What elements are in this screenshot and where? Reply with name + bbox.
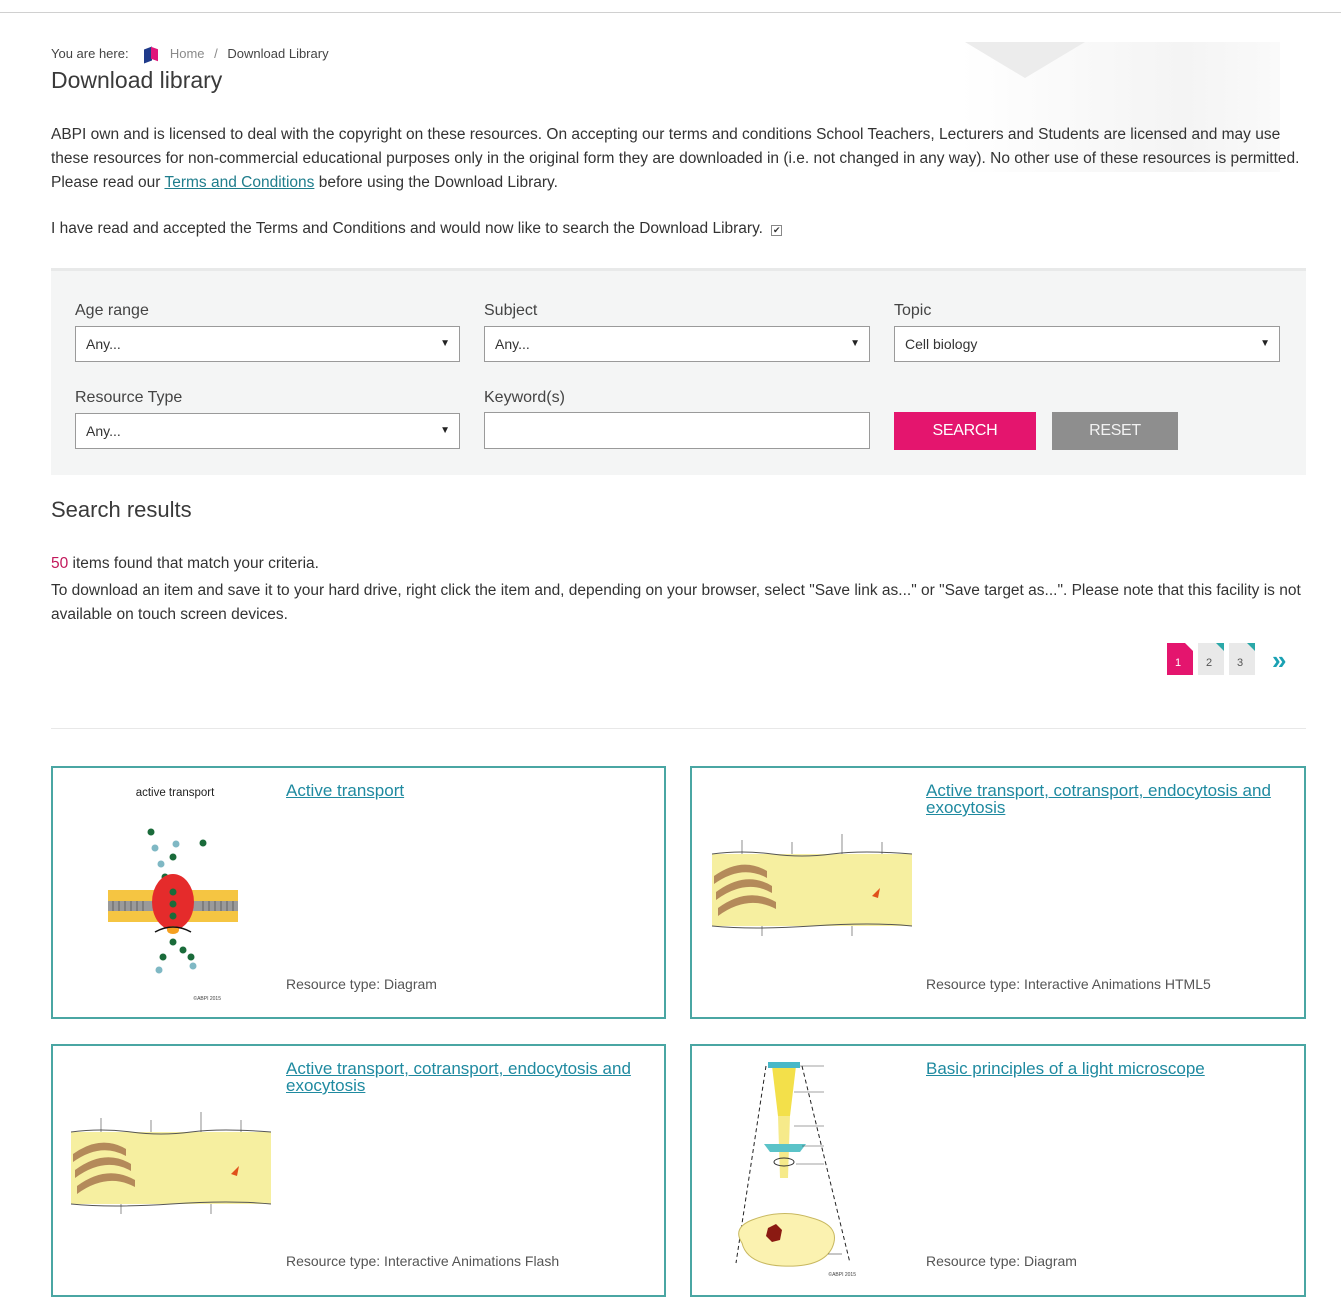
header-background-shape xyxy=(965,42,1085,78)
result-card: Active transport, cotransport, endocytos… xyxy=(690,766,1306,1019)
thumbnail-caption: active transport xyxy=(136,787,215,799)
result-card: Active transport, cotransport, endocytos… xyxy=(51,1044,666,1297)
intro-text-after: before using the Download Library. xyxy=(314,174,558,191)
thumbnail-credit: ©ABPI 2015 xyxy=(193,995,221,1002)
topic-select[interactable]: Cell biology ▼ xyxy=(894,326,1280,362)
resource-type-select[interactable]: Any... ▼ xyxy=(75,413,460,449)
light-microscope-thumbnail[interactable]: ©ABPI 2015 xyxy=(732,1058,892,1283)
card-title-link[interactable]: Active transport, cotransport, endocytos… xyxy=(286,1060,656,1094)
card-resource-type: Resource type: Interactive Animations HT… xyxy=(926,976,1211,992)
reset-button[interactable]: RESET xyxy=(1052,412,1178,450)
dropdown-caret-icon: ▼ xyxy=(440,338,450,349)
keywords-label: Keyword(s) xyxy=(484,389,565,406)
breadcrumb: You are here: Home / Download Library xyxy=(51,44,329,64)
subject-value: Any... xyxy=(495,336,530,352)
intro-text: ABPI own and is licensed to deal with th… xyxy=(51,123,1301,195)
results-divider xyxy=(51,728,1306,729)
result-card: active transport ©ABPI 2015 Active trans… xyxy=(51,766,666,1019)
topic-label: Topic xyxy=(894,302,932,319)
topic-value: Cell biology xyxy=(905,336,978,352)
breadcrumb-home-link[interactable]: Home xyxy=(170,46,205,61)
card-resource-type: Resource type: Interactive Animations Fl… xyxy=(286,1253,560,1269)
top-divider xyxy=(0,12,1341,13)
keywords-input[interactable] xyxy=(484,412,870,449)
resource-type-label: Resource Type xyxy=(75,389,183,406)
results-count: 50 xyxy=(51,555,69,572)
download-instructions: To download an item and save it to your … xyxy=(51,582,1301,623)
age-range-value: Any... xyxy=(86,336,121,352)
card-title-link[interactable]: Active transport, cotransport, endocytos… xyxy=(926,782,1296,816)
active-transport-thumbnail[interactable]: active transport ©ABPI 2015 xyxy=(103,782,248,1002)
next-page-icon[interactable]: » xyxy=(1272,645,1286,676)
transport-animation-thumbnail[interactable] xyxy=(712,826,912,946)
terms-link[interactable]: Terms and Conditions xyxy=(164,174,314,191)
page-title: Download library xyxy=(51,67,223,93)
search-results-heading: Search results xyxy=(51,497,192,522)
breadcrumb-separator: / xyxy=(214,46,218,61)
page-3-button[interactable]: 3 xyxy=(1229,643,1255,675)
age-range-select[interactable]: Any... ▼ xyxy=(75,326,460,362)
results-count-line: 50 items found that match your criteria. xyxy=(51,555,319,573)
dropdown-caret-icon: ▼ xyxy=(440,425,450,436)
accept-terms-label: I have read and accepted the Terms and C… xyxy=(51,220,763,237)
transport-animation-thumbnail[interactable] xyxy=(71,1104,271,1224)
breadcrumb-prefix: You are here: xyxy=(51,46,129,61)
page-2-button[interactable]: 2 xyxy=(1198,643,1224,675)
accept-terms-row: I have read and accepted the Terms and C… xyxy=(51,220,783,238)
dropdown-caret-icon: ▼ xyxy=(850,338,860,349)
page-1-button[interactable]: 1 xyxy=(1167,643,1193,675)
resource-type-value: Any... xyxy=(86,423,121,439)
subject-label: Subject xyxy=(484,302,538,319)
thumbnail-credit: ©ABPI 2015 xyxy=(828,1271,856,1278)
subject-select[interactable]: Any... ▼ xyxy=(484,326,870,362)
result-card: ©ABPI 2015 Basic principles of a light m… xyxy=(690,1044,1306,1297)
search-button[interactable]: SEARCH xyxy=(894,412,1036,450)
dropdown-caret-icon: ▼ xyxy=(1260,338,1270,349)
card-title-link[interactable]: Active transport xyxy=(286,782,646,799)
search-filters-panel: Age range Any... ▼ Subject Any... ▼ Topi… xyxy=(51,268,1306,475)
age-range-label: Age range xyxy=(75,302,149,319)
card-title-link[interactable]: Basic principles of a light microscope xyxy=(926,1060,1296,1077)
card-resource-type: Resource type: Diagram xyxy=(926,1253,1077,1269)
home-icon[interactable] xyxy=(144,44,159,64)
card-resource-type: Resource type: Diagram xyxy=(286,976,437,992)
accept-terms-checkbox[interactable]: ✔ xyxy=(771,225,783,236)
breadcrumb-current: Download Library xyxy=(227,46,329,61)
results-count-suffix: items found that match your criteria. xyxy=(68,555,319,572)
